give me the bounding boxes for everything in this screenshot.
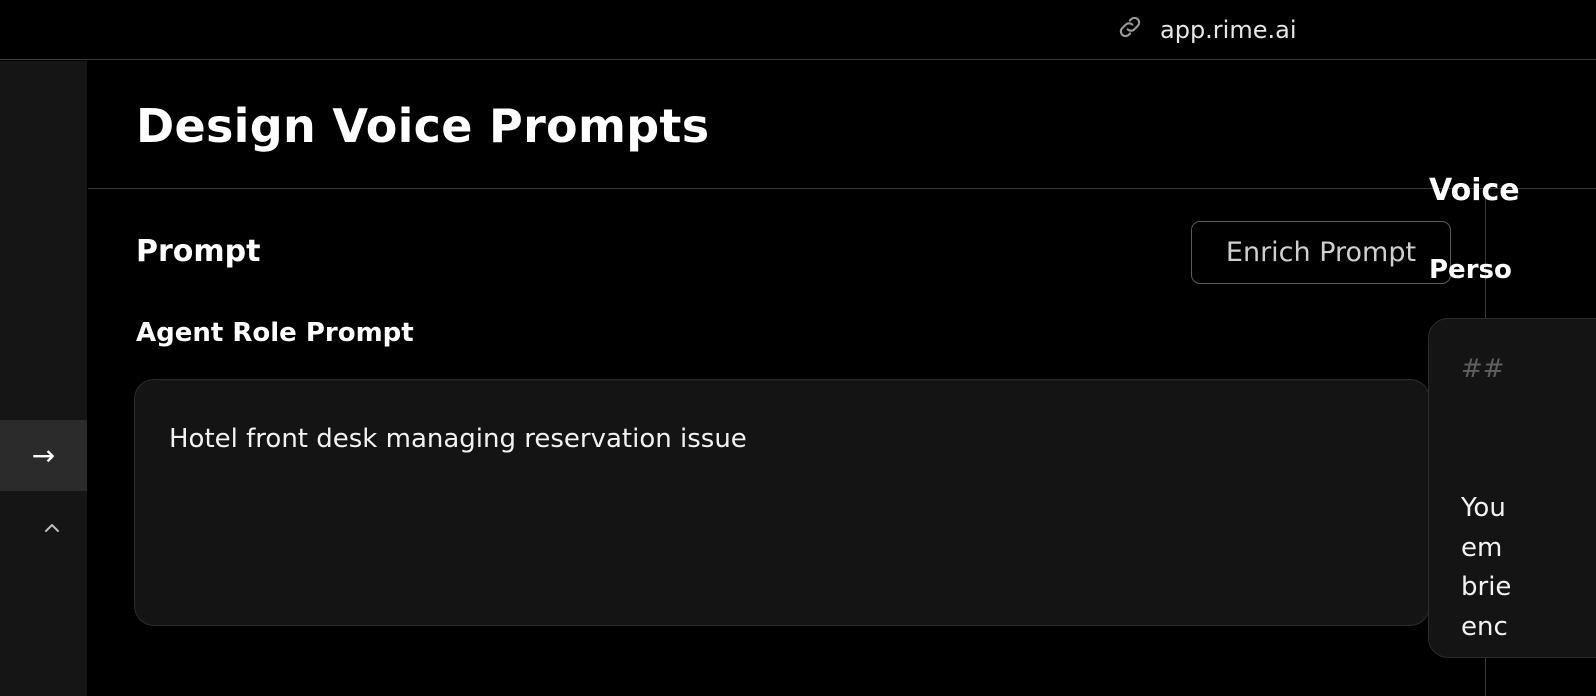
agent-role-prompt-label: Agent Role Prompt [136, 318, 414, 348]
main-content: Design Voice Prompts Prompt Enrich Promp… [88, 61, 1596, 696]
persona-box-line: em [1461, 533, 1503, 563]
persona-prompt-box[interactable] [1428, 318, 1596, 658]
page-title: Design Voice Prompts [136, 99, 710, 153]
url-display[interactable]: app.rime.ai [1116, 12, 1297, 48]
enrich-prompt-button[interactable]: Enrich Prompt [1191, 221, 1451, 284]
browser-top-bar: app.rime.ai [0, 0, 1596, 60]
url-text: app.rime.ai [1160, 16, 1297, 44]
agent-role-prompt-input[interactable]: Hotel front desk managing reservation is… [134, 379, 1430, 626]
voice-heading: Voice [1429, 173, 1520, 208]
sidebar: → [0, 61, 87, 696]
arrow-right-icon[interactable]: → [0, 420, 87, 491]
persona-box-line: You [1461, 493, 1506, 523]
link-icon [1116, 13, 1144, 47]
persona-box-line: enc [1461, 612, 1508, 642]
prompt-heading: Prompt [136, 234, 261, 269]
title-divider [88, 188, 1596, 189]
chevron-up-icon[interactable] [40, 516, 64, 540]
persona-box-line: brie [1461, 572, 1512, 602]
persona-box-heading: ## [1461, 354, 1505, 384]
persona-label: Perso [1429, 255, 1512, 285]
